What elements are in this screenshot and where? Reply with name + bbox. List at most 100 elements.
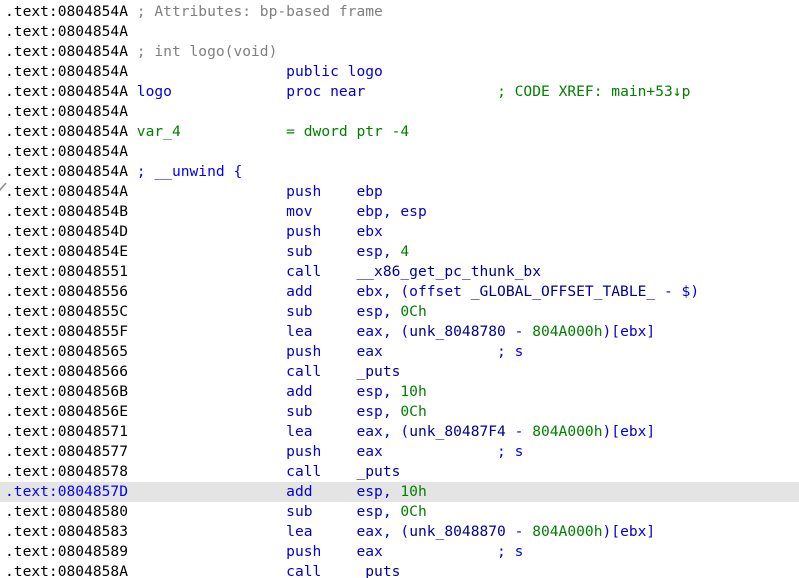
asm-line[interactable]: .text:0804854A [0,102,799,122]
asm-segment: 804A000h [532,523,602,540]
asm-segment [172,83,286,100]
asm-segment: push eax [128,543,497,560]
disassembly-view: .text:0804854A ; Attributes: bp-based fr… [0,0,799,578]
asm-segment: add ebx, (offset [128,283,471,300]
asm-segment: .text:0804854A [5,43,137,60]
asm-line[interactable]: .text:0804856B add esp, 10h [0,382,799,402]
asm-segment: .text:08048565 [5,343,128,360]
asm-segment: .text:0804854A [5,143,128,160]
asm-line[interactable]: .text:0804858A call _puts [0,562,799,578]
asm-segment: ; s [497,343,523,360]
asm-segment: 804A000h [532,323,602,340]
asm-segment: .text:0804854A [5,3,137,20]
asm-segment: __x86_get_pc_thunk_bx [356,263,541,280]
asm-segment: ; __unwind { [137,163,242,180]
asm-segment: sub esp, [128,403,400,420]
asm-segment: - [506,423,532,440]
asm-segment: push eax [128,343,497,360]
asm-line[interactable]: .text:08048583 lea eax, (unk_8048870 - 8… [0,522,799,542]
asm-segment: .text:0804854A [5,63,128,80]
asm-line[interactable]: .text:0804854A var_4 = dword ptr -4 [0,122,799,142]
asm-line[interactable]: .text:08048571 lea eax, (unk_80487F4 - 8… [0,422,799,442]
asm-segment: .text:08048577 [5,443,128,460]
asm-line[interactable]: .text:08048578 call _puts [0,462,799,482]
asm-line[interactable]: .text:0804854A [0,142,799,162]
asm-segment: _GLOBAL_OFFSET_TABLE_ [471,283,656,300]
asm-segment: _puts [356,363,400,380]
asm-segment: .text:08048551 [5,263,128,280]
asm-segment: 0Ch [400,403,426,420]
asm-segment: .text:0804855C [5,303,128,320]
asm-segment: _puts [356,563,400,578]
asm-segment: push ebx [128,223,383,240]
asm-line[interactable]: .text:0804854A ; __unwind { [0,162,799,182]
asm-line[interactable]: .text:0804854A [0,22,799,42]
asm-line[interactable]: .text:0804854A public logo [0,62,799,82]
asm-segment: unk_8048780 [409,323,506,340]
asm-segment: lea eax, ( [128,323,409,340]
asm-segment: call [128,563,356,578]
asm-segment: sub esp, [128,303,400,320]
asm-line[interactable]: .text:08048589 push eax ; s [0,542,799,562]
asm-line[interactable]: .text:0804854A ; Attributes: bp-based fr… [0,2,799,22]
asm-segment: _puts [356,463,400,480]
asm-segment: .text:0804854D [5,223,128,240]
asm-segment: )[ebx] [603,323,656,340]
asm-segment: )[ebx] [603,523,656,540]
asm-segment: ; int logo(void) [137,43,278,60]
asm-segment: add esp, [128,483,400,500]
asm-line-current[interactable]: .text:0804857D add esp, 10h [0,482,799,502]
asm-line[interactable]: .text:0804855F lea eax, (unk_8048780 - 8… [0,322,799,342]
asm-segment: .text:0804854A [5,23,128,40]
asm-segment: .text:0804855F [5,323,128,340]
asm-segment: .text:08048583 [5,523,128,540]
asm-segment: push ebp [128,183,383,200]
asm-segment: ; s [497,443,523,460]
asm-segment: mov ebp, esp [128,203,427,220]
asm-segment: .text:0804854E [5,243,128,260]
asm-segment: call [128,363,356,380]
asm-line[interactable]: .text:08048551 call __x86_get_pc_thunk_b… [0,262,799,282]
asm-segment [365,83,497,100]
asm-segment: 10h [400,483,426,500]
asm-segment: ; CODE XREF: main+53↓p [497,83,690,100]
asm-segment: .text:0804856E [5,403,128,420]
asm-segment: = dword ptr -4 [286,123,409,140]
asm-line[interactable]: .text:0804854A ; int logo(void) [0,42,799,62]
asm-segment: logo [137,83,172,100]
asm-line[interactable]: .text:0804854E sub esp, 4 [0,242,799,262]
asm-segment: 4 [400,243,409,260]
jump-mark-icon [0,181,8,193]
asm-line[interactable]: .text:0804854B mov ebp, esp [0,202,799,222]
asm-segment: public logo [128,63,383,80]
asm-segment: - [506,323,532,340]
asm-segment: .text:0804854A [5,123,137,140]
asm-line[interactable]: .text:08048565 push eax ; s [0,342,799,362]
asm-segment: 10h [400,383,426,400]
asm-segment: .text:0804858A [5,563,128,578]
asm-segment: ; s [497,543,523,560]
asm-segment: sub esp, [128,243,400,260]
asm-segment: .text:08048556 [5,283,128,300]
asm-line[interactable]: .text:08048566 call _puts [0,362,799,382]
asm-segment: .text:0804854B [5,203,128,220]
asm-line[interactable]: .text:0804854D push ebx [0,222,799,242]
asm-segment: sub esp, [128,503,400,520]
asm-line[interactable]: .text:0804855C sub esp, 0Ch [0,302,799,322]
asm-line[interactable]: .text:08048577 push eax ; s [0,442,799,462]
asm-segment: unk_80487F4 [409,423,506,440]
asm-line[interactable]: .text:0804854A logo proc near ; CODE XRE… [0,82,799,102]
asm-segment: .text:0804854A [5,103,128,120]
asm-segment: call [128,463,356,480]
asm-segment: .text:08048566 [5,363,128,380]
asm-segment: - $) [655,283,699,300]
asm-segment: 804A000h [532,423,602,440]
asm-segment: proc near [286,83,365,100]
disassembly-listing[interactable]: .text:0804854A ; Attributes: bp-based fr… [0,0,799,578]
asm-line[interactable]: .text:08048556 add ebx, (offset _GLOBAL_… [0,282,799,302]
asm-segment: unk_8048870 [409,523,506,540]
asm-line[interactable]: .text:0804856E sub esp, 0Ch [0,402,799,422]
asm-segment: .text:08048580 [5,503,128,520]
asm-line[interactable]: .text:08048580 sub esp, 0Ch [0,502,799,522]
asm-line[interactable]: .text:0804854A push ebp [0,182,799,202]
